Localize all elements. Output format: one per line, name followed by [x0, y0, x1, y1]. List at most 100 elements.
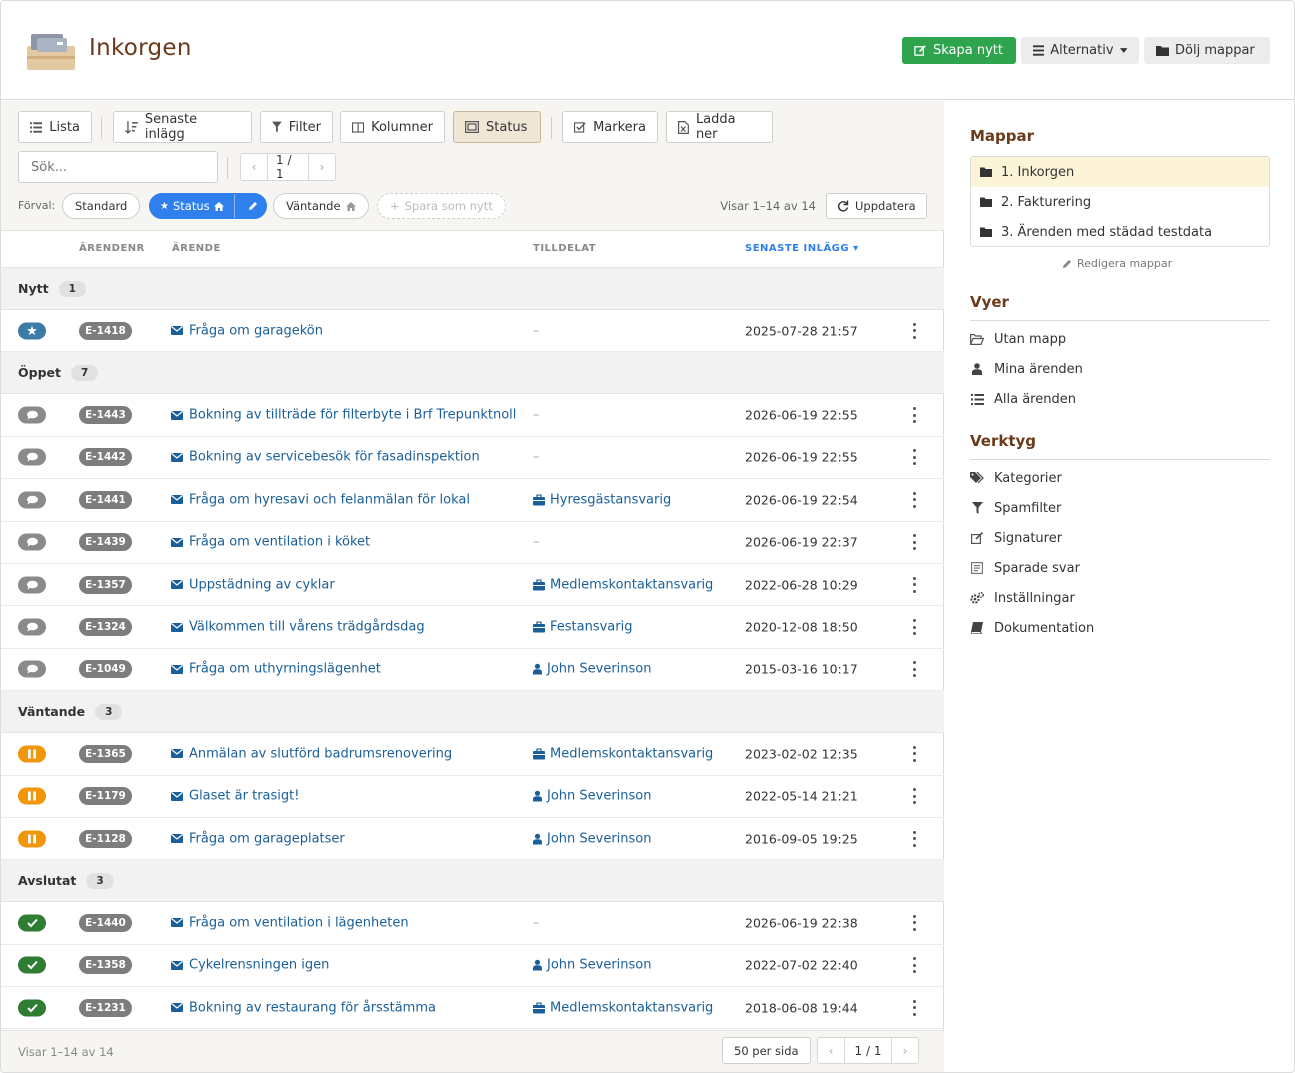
list-view-button[interactable]: Lista	[18, 111, 92, 143]
assigned-to[interactable]: Medlemskontaktansvarig	[533, 577, 713, 592]
per-page-select[interactable]: 50 per sida	[722, 1037, 811, 1064]
ticket-subject-link[interactable]: Fråga om garageplatser	[171, 831, 345, 846]
table-row[interactable]: E-1231 Bokning av restaurang för årsstämm…	[1, 987, 944, 1030]
ticket-subject-link[interactable]: Glaset är trasigt!	[171, 789, 299, 804]
row-menu-icon[interactable]	[910, 830, 918, 847]
row-menu-icon[interactable]	[910, 449, 918, 466]
row-menu-icon[interactable]	[910, 914, 918, 931]
status-indicator[interactable]	[18, 830, 46, 848]
options-dropdown-button[interactable]: Alternativ	[1021, 37, 1139, 64]
edit-preset-button[interactable]	[240, 194, 266, 218]
assigned-to[interactable]: Festansvarig	[533, 620, 632, 635]
create-new-button[interactable]: Skapa nytt	[902, 37, 1016, 64]
next-page-button[interactable]: ›	[308, 153, 336, 181]
status-indicator[interactable]	[18, 956, 46, 974]
search-input[interactable]	[18, 151, 218, 183]
table-row[interactable]: E-1439 Fråga om ventilation i köket – 2026-…	[1, 522, 944, 564]
row-menu-icon[interactable]	[910, 407, 918, 424]
ticket-subject-link[interactable]: Bokning av tillträde för filterbyte i Br…	[171, 408, 516, 423]
status-indicator[interactable]	[18, 745, 46, 763]
table-row[interactable]: E-1418 Fråga om garagekön – 2025-07-28 21:5…	[1, 310, 944, 353]
view-item[interactable]: Alla ärenden	[970, 384, 1083, 414]
folder-item[interactable]: 1. Inkorgen	[971, 157, 1269, 187]
ticket-subject-link[interactable]: Fråga om garagekön	[171, 323, 323, 338]
assigned-to[interactable]: Hyresgästansvarig	[533, 492, 671, 507]
status-indicator[interactable]	[18, 576, 46, 594]
status-indicator[interactable]	[18, 322, 46, 340]
ticket-subject-link[interactable]: Cykelrensningen igen	[171, 958, 329, 973]
row-menu-icon[interactable]	[910, 322, 918, 339]
preset-status-main[interactable]: ★ Status	[150, 194, 235, 218]
assigned-to[interactable]: Medlemskontaktansvarig	[533, 746, 713, 761]
table-row[interactable]: E-1441 Fråga om hyresavi och felanmälan f…	[1, 479, 944, 522]
tool-item[interactable]: Dokumentation	[970, 613, 1094, 643]
view-item[interactable]: Utan mapp	[970, 324, 1083, 354]
preset-status[interactable]: ★ Status	[149, 193, 267, 219]
ticket-subject-link[interactable]: Välkommen till vårens trädgårdsdag	[171, 620, 425, 635]
row-menu-icon[interactable]	[910, 619, 918, 636]
ticket-subject-link[interactable]: Fråga om hyresavi och felanmälan för lok…	[171, 492, 470, 507]
table-row[interactable]: E-1440 Fråga om ventilation i lägenheten –…	[1, 902, 944, 945]
status-indicator[interactable]	[18, 660, 46, 678]
columns-button[interactable]: Kolumner	[340, 111, 445, 143]
column-header-assigned[interactable]: TILLDELAT	[533, 243, 596, 254]
edit-folders-link[interactable]: Redigera mappar	[1062, 257, 1172, 270]
status-indicator[interactable]	[18, 491, 46, 509]
status-indicator[interactable]	[18, 448, 46, 466]
table-row[interactable]: E-1357 Uppstädning av cyklar Medlemskontak…	[1, 564, 944, 607]
preset-waiting[interactable]: Väntande	[273, 193, 369, 219]
row-menu-icon[interactable]	[910, 661, 918, 678]
row-menu-icon[interactable]	[910, 491, 918, 508]
tool-item[interactable]: Sparade svar	[970, 553, 1094, 583]
download-button[interactable]: Ladda ner	[666, 111, 773, 143]
status-indicator[interactable]	[18, 406, 46, 424]
prev-page-button[interactable]: ‹	[817, 1037, 845, 1064]
tool-item[interactable]: Spamfilter	[970, 493, 1094, 523]
table-row[interactable]: E-1324 Välkommen till vårens trädgårdsdag…	[1, 606, 944, 649]
column-header-latest[interactable]: SENASTE INLÄGG ▾	[745, 243, 859, 254]
hide-folders-button[interactable]: Dölj mappar	[1144, 37, 1270, 64]
status-grouping-button[interactable]: Status	[453, 111, 541, 143]
table-row[interactable]: E-1049 Fråga om uthyrningslägenhet John Se…	[1, 649, 944, 692]
next-page-button[interactable]: ›	[891, 1037, 919, 1064]
row-menu-icon[interactable]	[910, 576, 918, 593]
folder-item[interactable]: 2. Fakturering	[971, 187, 1269, 217]
ticket-subject-link[interactable]: Fråga om ventilation i lägenheten	[171, 915, 409, 930]
prev-page-button[interactable]: ‹	[240, 153, 268, 181]
column-header-id[interactable]: ÄRENDENR	[79, 243, 145, 254]
table-row[interactable]: E-1128 Fråga om garageplatser John Severin…	[1, 818, 944, 861]
status-indicator[interactable]	[18, 999, 46, 1017]
status-indicator[interactable]	[18, 787, 46, 805]
row-menu-icon[interactable]	[910, 534, 918, 551]
ticket-subject-link[interactable]: Bokning av restaurang för årsstämma	[171, 1000, 436, 1015]
save-as-new-preset-button[interactable]: + Spara som nytt	[377, 193, 506, 219]
ticket-subject-link[interactable]: Bokning av servicebesök för fasadinspekt…	[171, 450, 480, 465]
row-menu-icon[interactable]	[910, 788, 918, 805]
status-indicator[interactable]	[18, 533, 46, 551]
assigned-to[interactable]: John Severinson	[533, 662, 652, 677]
row-menu-icon[interactable]	[910, 999, 918, 1016]
ticket-subject-link[interactable]: Anmälan av slutförd badrumsrenovering	[171, 746, 452, 761]
tool-item[interactable]: Signaturer	[970, 523, 1094, 553]
ticket-subject-link[interactable]: Uppstädning av cyklar	[171, 577, 335, 592]
assigned-to[interactable]: John Severinson	[533, 789, 652, 804]
filter-button[interactable]: Filter	[260, 111, 333, 143]
assigned-to[interactable]: John Severinson	[533, 831, 652, 846]
folder-item[interactable]: 3. Ärenden med städad testdata	[971, 217, 1269, 247]
assigned-to[interactable]: Medlemskontaktansvarig	[533, 1000, 713, 1015]
row-menu-icon[interactable]	[910, 745, 918, 762]
table-row[interactable]: E-1443 Bokning av tillträde för filterbyt…	[1, 394, 944, 437]
assigned-to[interactable]: John Severinson	[533, 958, 652, 973]
table-row[interactable]: E-1442 Bokning av servicebesök för fasadi…	[1, 437, 944, 480]
table-row[interactable]: E-1365 Anmälan av slutförd badrumsrenover…	[1, 733, 944, 776]
column-header-subject[interactable]: ÄRENDE	[172, 243, 221, 254]
status-indicator[interactable]	[18, 914, 46, 932]
ticket-subject-link[interactable]: Fråga om uthyrningslägenhet	[171, 662, 381, 677]
status-indicator[interactable]	[18, 618, 46, 636]
view-item[interactable]: Mina ärenden	[970, 354, 1083, 384]
sort-button[interactable]: Senaste inlägg	[113, 111, 252, 143]
table-row[interactable]: E-1179 Glaset är trasigt! John Severinson 2…	[1, 776, 944, 818]
ticket-subject-link[interactable]: Fråga om ventilation i köket	[171, 535, 370, 550]
select-button[interactable]: Markera	[562, 111, 658, 143]
row-menu-icon[interactable]	[910, 957, 918, 974]
